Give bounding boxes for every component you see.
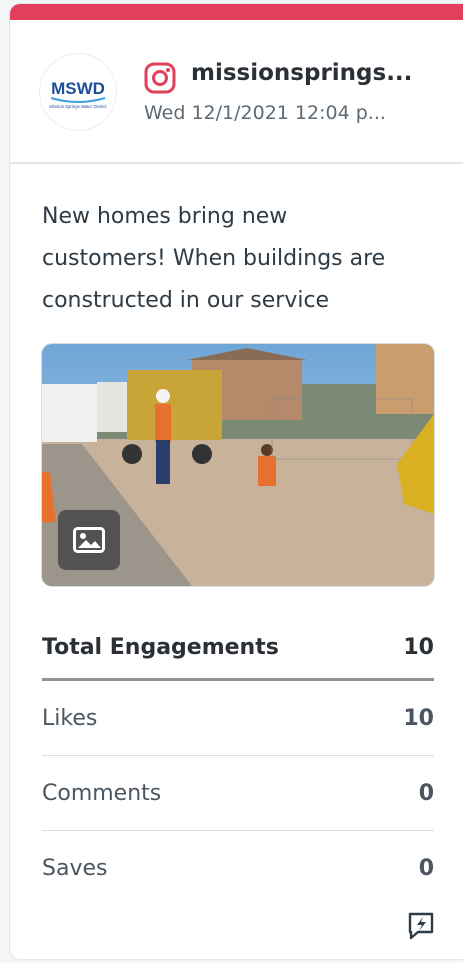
svg-text:MSWD: MSWD (51, 79, 105, 98)
saves-label: Saves (42, 855, 108, 881)
image-icon (73, 527, 105, 553)
total-engagements-label: Total Engagements (42, 634, 279, 660)
post-header: MSWD Mission Springs Water District miss… (10, 20, 463, 164)
comments-row: Comments 0 (42, 756, 434, 831)
comments-label: Comments (42, 780, 162, 806)
caption-fade (362, 280, 404, 322)
network-color-bar (10, 4, 463, 20)
post-card: MSWD Mission Springs Water District miss… (10, 4, 463, 959)
avatar[interactable]: MSWD Mission Springs Water District (40, 54, 116, 130)
comments-value: 0 (418, 780, 434, 806)
saves-value: 0 (418, 855, 434, 881)
saves-row: Saves 0 (42, 831, 434, 905)
mswd-logo: MSWD Mission Springs Water District (49, 79, 107, 109)
image-type-badge (58, 510, 120, 570)
account-name[interactable]: missionsprings... (191, 60, 446, 86)
likes-value: 10 (403, 705, 434, 731)
svg-text:Mission Springs Water District: Mission Springs Water District (49, 104, 107, 109)
bolt-chat-icon[interactable] (406, 910, 436, 940)
total-engagements-row: Total Engagements 10 (42, 614, 434, 681)
engagement-stats: Total Engagements 10 Likes 10 Comments 0… (42, 614, 434, 905)
likes-label: Likes (42, 705, 98, 731)
post-image[interactable] (42, 344, 434, 586)
instagram-icon (144, 62, 176, 94)
post-caption: New homes bring new customers! When buil… (42, 204, 386, 313)
likes-row: Likes 10 (42, 681, 434, 756)
total-engagements-value: 10 (403, 634, 434, 660)
post-date: Wed 12/1/2021 12:04 p... (144, 102, 386, 124)
